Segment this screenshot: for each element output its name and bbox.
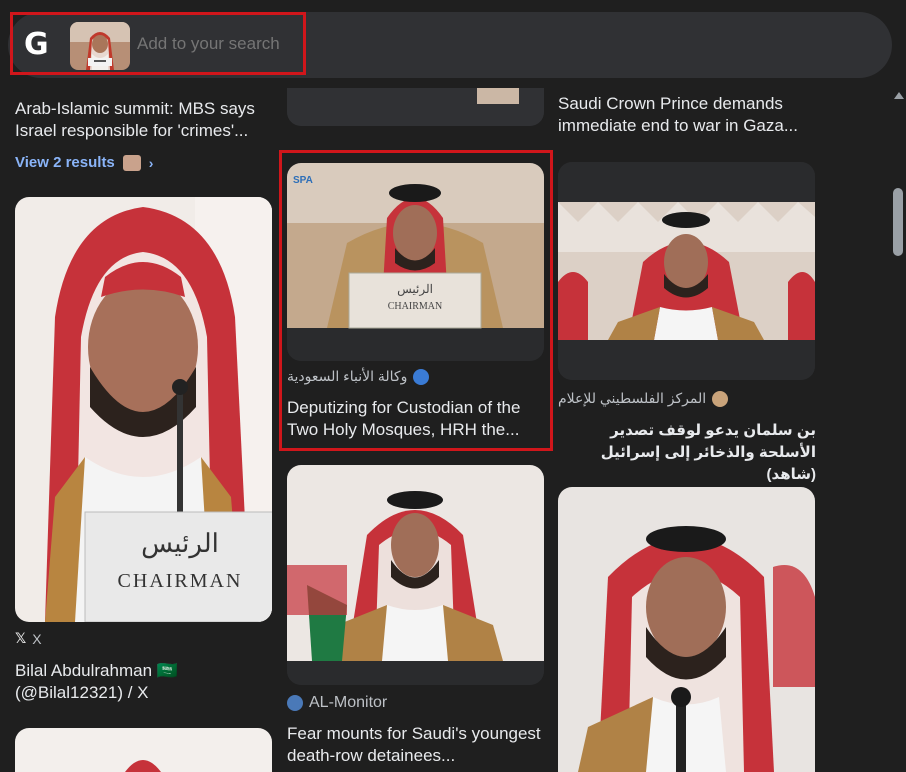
result-title[interactable]: بن سلمان يدعو لوقف تصدير الأسلحة والذخائ… [558,420,816,486]
result-title[interactable]: Arab-Islamic summit: MBS says Israel res… [15,98,270,142]
nameplate-english: CHAIRMAN [118,570,243,592]
result-title[interactable]: Saudi Crown Prince demands immediate end… [558,93,818,137]
image-result-card[interactable] [287,88,544,126]
source-name: المركز الفلسطيني للإعلام [558,390,707,406]
source-name: AL-Monitor [309,694,388,711]
result-image [287,88,544,126]
view-results-link[interactable]: View 2 results › [15,154,153,171]
image-result-card[interactable] [558,487,815,772]
view-results-label: View 2 results [15,154,115,171]
result-image [558,162,815,380]
nameplate-arabic: الرئيس [141,529,219,559]
image-result-card[interactable]: الرئيس CHAIRMAN [15,197,272,622]
result-image [287,465,544,685]
result-source: وكالة الأنباء السعودية [287,368,430,385]
image-result-card[interactable] [287,465,544,685]
result-image [558,487,815,772]
scrollbar-thumb[interactable] [893,188,903,256]
result-title[interactable]: Fear mounts for Saudi's youngest death-r… [287,723,549,767]
result-thumbnail-icon [122,154,141,171]
x-logo-icon: 𝕏 [15,630,27,646]
image-result-card[interactable] [15,728,272,772]
chevron-right-icon: › [148,154,154,171]
result-image: الرئيس CHAIRMAN [15,197,272,622]
result-title[interactable]: Deputizing for Custodian of the Two Holy… [287,397,545,441]
search-highlight-box [10,12,306,75]
scroll-up-arrow-icon[interactable] [894,92,904,99]
globe-icon [287,695,303,711]
result-source: المركز الفلسطيني للإعلام [558,390,729,407]
result-source: 𝕏 X [15,630,42,647]
result-source: AL-Monitor [287,694,387,712]
pic-favicon-icon [712,390,729,407]
result-image [15,728,272,772]
image-result-card[interactable] [558,162,815,380]
result-title[interactable]: Bilal Abdulrahman 🇸🇦 (@Bilal12321) / X [15,660,265,704]
source-name: X [32,630,42,647]
source-name: وكالة الأنباء السعودية [287,368,408,384]
spa-favicon-icon [413,368,430,385]
